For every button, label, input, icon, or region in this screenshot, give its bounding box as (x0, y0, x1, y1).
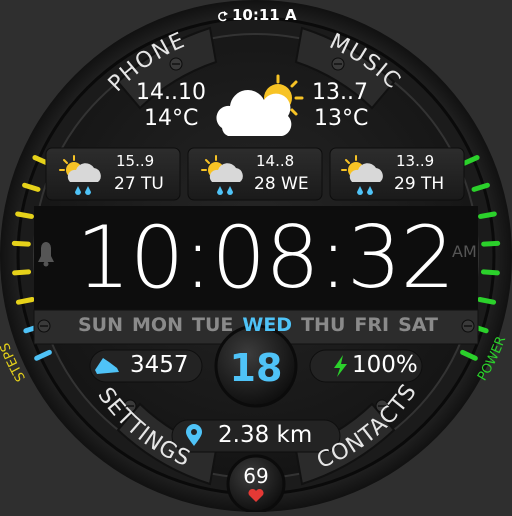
current-temp-left: 14°C (144, 106, 199, 131)
current-temp-right: 13°C (314, 106, 369, 131)
right-tick (478, 211, 497, 219)
weekday-thu: THU (301, 314, 346, 336)
weekday-sat: SAT (398, 314, 438, 336)
weekday-row: SUN MON TUE WED THU FRI SAT (78, 314, 438, 340)
weekday-sun: SUN (78, 314, 124, 336)
am-pm: AM (452, 242, 477, 261)
forecast-3-range: 13..9 (396, 152, 435, 170)
left-tick (15, 297, 35, 305)
watch-face: PHONE MUSIC SETTINGS CONTACTS STEPS POWE… (0, 0, 512, 514)
main-clock: 10:08:32 (76, 208, 455, 308)
weekday-wed: WED (242, 314, 293, 336)
left-tick (12, 269, 32, 276)
right-tick (477, 297, 497, 305)
weekday-mon: MON (132, 314, 183, 336)
right-tick (481, 240, 501, 247)
current-low-high-right: 13..7 (312, 80, 368, 105)
left-tick (15, 211, 34, 219)
forecast-1-range: 15..9 (116, 152, 155, 170)
forecast-3-day: 29 TH (394, 174, 445, 194)
forecast-1-day: 27 TU (114, 174, 164, 194)
top-time: 10:11 A (232, 6, 297, 24)
right-tick (480, 269, 500, 276)
steps-value: 3457 (130, 352, 189, 378)
power-value: 100% (352, 352, 418, 378)
heart-rate: 69 (243, 464, 269, 488)
left-tick (11, 240, 31, 247)
date-day: 18 (229, 346, 283, 390)
current-low-high-left: 14..10 (136, 80, 206, 105)
forecast-2-day: 28 WE (254, 174, 309, 194)
forecast-2-range: 14..8 (256, 152, 295, 170)
distance-value: 2.38 km (218, 422, 313, 448)
weekday-tue: TUE (191, 314, 234, 336)
weekday-fri: FRI (354, 314, 390, 336)
